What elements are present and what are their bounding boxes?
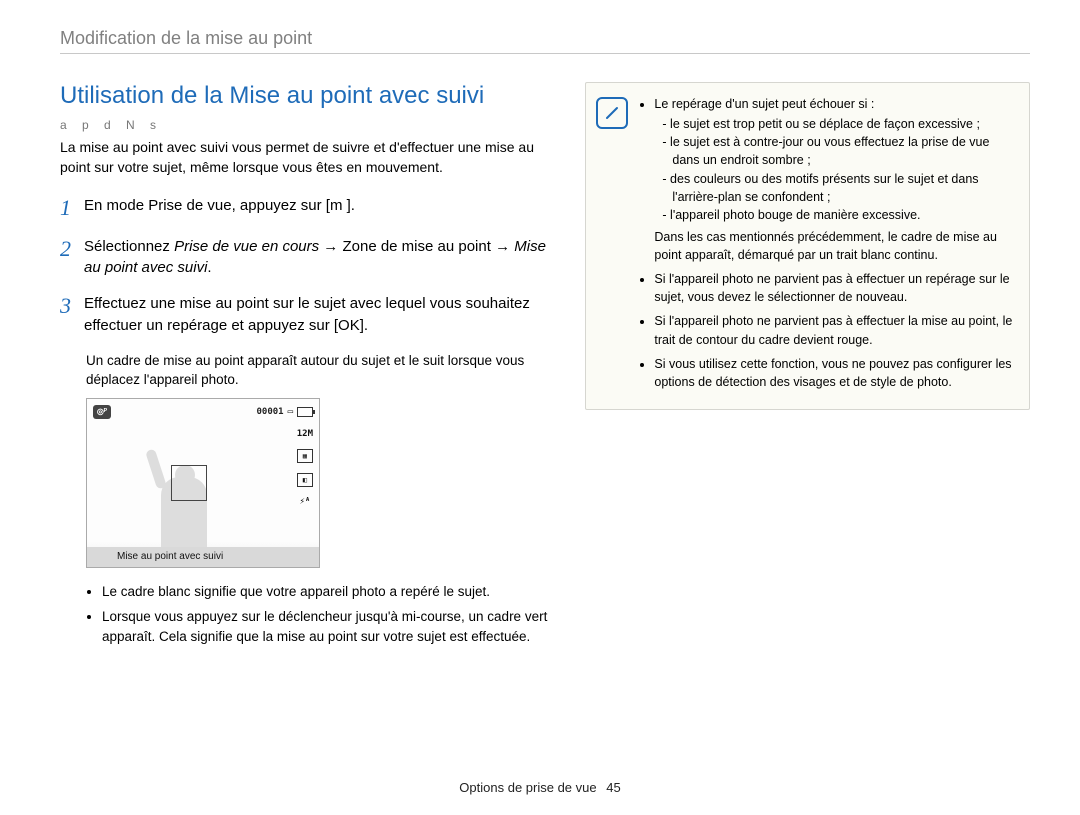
step-number: 1 <box>60 195 84 221</box>
preview-bottom-text: Mise au point avec suivi <box>117 551 223 562</box>
note-other-item: Si l'appareil photo ne parvient pas à ef… <box>654 312 1015 348</box>
flash-icon: ⚡ᴬ <box>299 497 310 507</box>
subject-silhouette <box>141 439 229 547</box>
note-fail-intro: Le repérage d'un sujet peut échouer si :… <box>654 95 1015 264</box>
page-header: Modification de la mise au point <box>60 28 1030 49</box>
mode-icons-row: a p d N s <box>60 118 551 132</box>
step-2-text: Sélectionnez Prise de vue en cours → Zon… <box>84 236 551 280</box>
step-1: 1 En mode Prise de vue, appuyez sur [m ]… <box>60 195 551 221</box>
focus-box <box>171 465 207 501</box>
note-other-item: Si vous utilisez cette fonction, vous ne… <box>654 355 1015 391</box>
bullet-item: Lorsque vous appuyez sur le déclencheur … <box>102 607 551 646</box>
meter-icon: ◧ <box>297 473 313 487</box>
mode-icon: ◎ᴾ <box>93 405 111 419</box>
step-2-prefix: Sélectionnez <box>84 238 174 255</box>
right-column: Le repérage d'un sujet peut échouer si :… <box>585 82 1030 652</box>
step-2: 2 Sélectionnez Prise de vue en cours → Z… <box>60 236 551 280</box>
left-column: Utilisation de la Mise au point avec sui… <box>60 82 551 652</box>
resolution-icon: 12M <box>297 429 313 439</box>
grid-icon: ▦ <box>297 449 313 463</box>
preview-right-icons: 12M ▦ ◧ ⚡ᴬ <box>297 429 313 507</box>
step-number: 3 <box>60 293 84 337</box>
step-3-text: Effectuez une mise au point sur le sujet… <box>84 293 551 337</box>
note-fail-item: le sujet est trop petit ou se déplace de… <box>662 115 1015 133</box>
preview-top-right: 00001 ▭ <box>256 407 313 417</box>
preview-topbar: ◎ᴾ 00001 ▭ <box>93 405 313 419</box>
section-title: Utilisation de la Mise au point avec sui… <box>60 82 551 110</box>
step-3-substep: Un cadre de mise au point apparaît autou… <box>86 351 551 390</box>
card-icon: ▭ <box>288 407 293 417</box>
step-2-suffix: . <box>207 259 211 276</box>
battery-icon <box>297 407 313 417</box>
note-box: Le repérage d'un sujet peut échouer si :… <box>585 82 1030 410</box>
step-number: 2 <box>60 236 84 280</box>
page-footer: Options de prise de vue 45 <box>0 780 1080 795</box>
note-content: Le repérage d'un sujet peut échouer si :… <box>638 95 1015 397</box>
shot-counter: 00001 <box>256 407 283 417</box>
note-icon <box>596 97 628 129</box>
footer-label: Options de prise de vue <box>459 780 596 795</box>
note-other-item: Si l'appareil photo ne parvient pas à ef… <box>654 270 1015 306</box>
left-bullets: Le cadre blanc signifie que votre appare… <box>60 582 551 647</box>
page-number: 45 <box>606 780 620 795</box>
note-fail-after: Dans les cas mentionnés précédemment, le… <box>654 230 997 262</box>
preview-bottombar: Mise au point avec suivi <box>87 547 319 567</box>
header-divider <box>60 53 1030 54</box>
step-1-text: En mode Prise de vue, appuyez sur [m ]. <box>84 195 355 221</box>
note-fail-item: l'appareil photo bouge de manière excess… <box>662 206 1015 224</box>
camera-preview-illustration: ◎ᴾ 00001 ▭ 12M ▦ ◧ ⚡ᴬ <box>86 398 320 568</box>
note-fail-item: des couleurs ou des motifs présents sur … <box>662 170 1015 206</box>
step-2-mid: → Zone de mise au point → <box>319 238 514 255</box>
step-3: 3 Effectuez une mise au point sur le suj… <box>60 293 551 337</box>
note-fail-item: le sujet est à contre-jour ou vous effec… <box>662 133 1015 169</box>
bullet-item: Le cadre blanc signifie que votre appare… <box>102 582 551 602</box>
note-fail-intro-text: Le repérage d'un sujet peut échouer si : <box>654 97 874 111</box>
note-fail-list: le sujet est trop petit ou se déplace de… <box>654 115 1015 224</box>
step-2-bold1: Prise de vue en cours <box>174 238 319 255</box>
intro-paragraph: La mise au point avec suivi vous permet … <box>60 138 551 177</box>
